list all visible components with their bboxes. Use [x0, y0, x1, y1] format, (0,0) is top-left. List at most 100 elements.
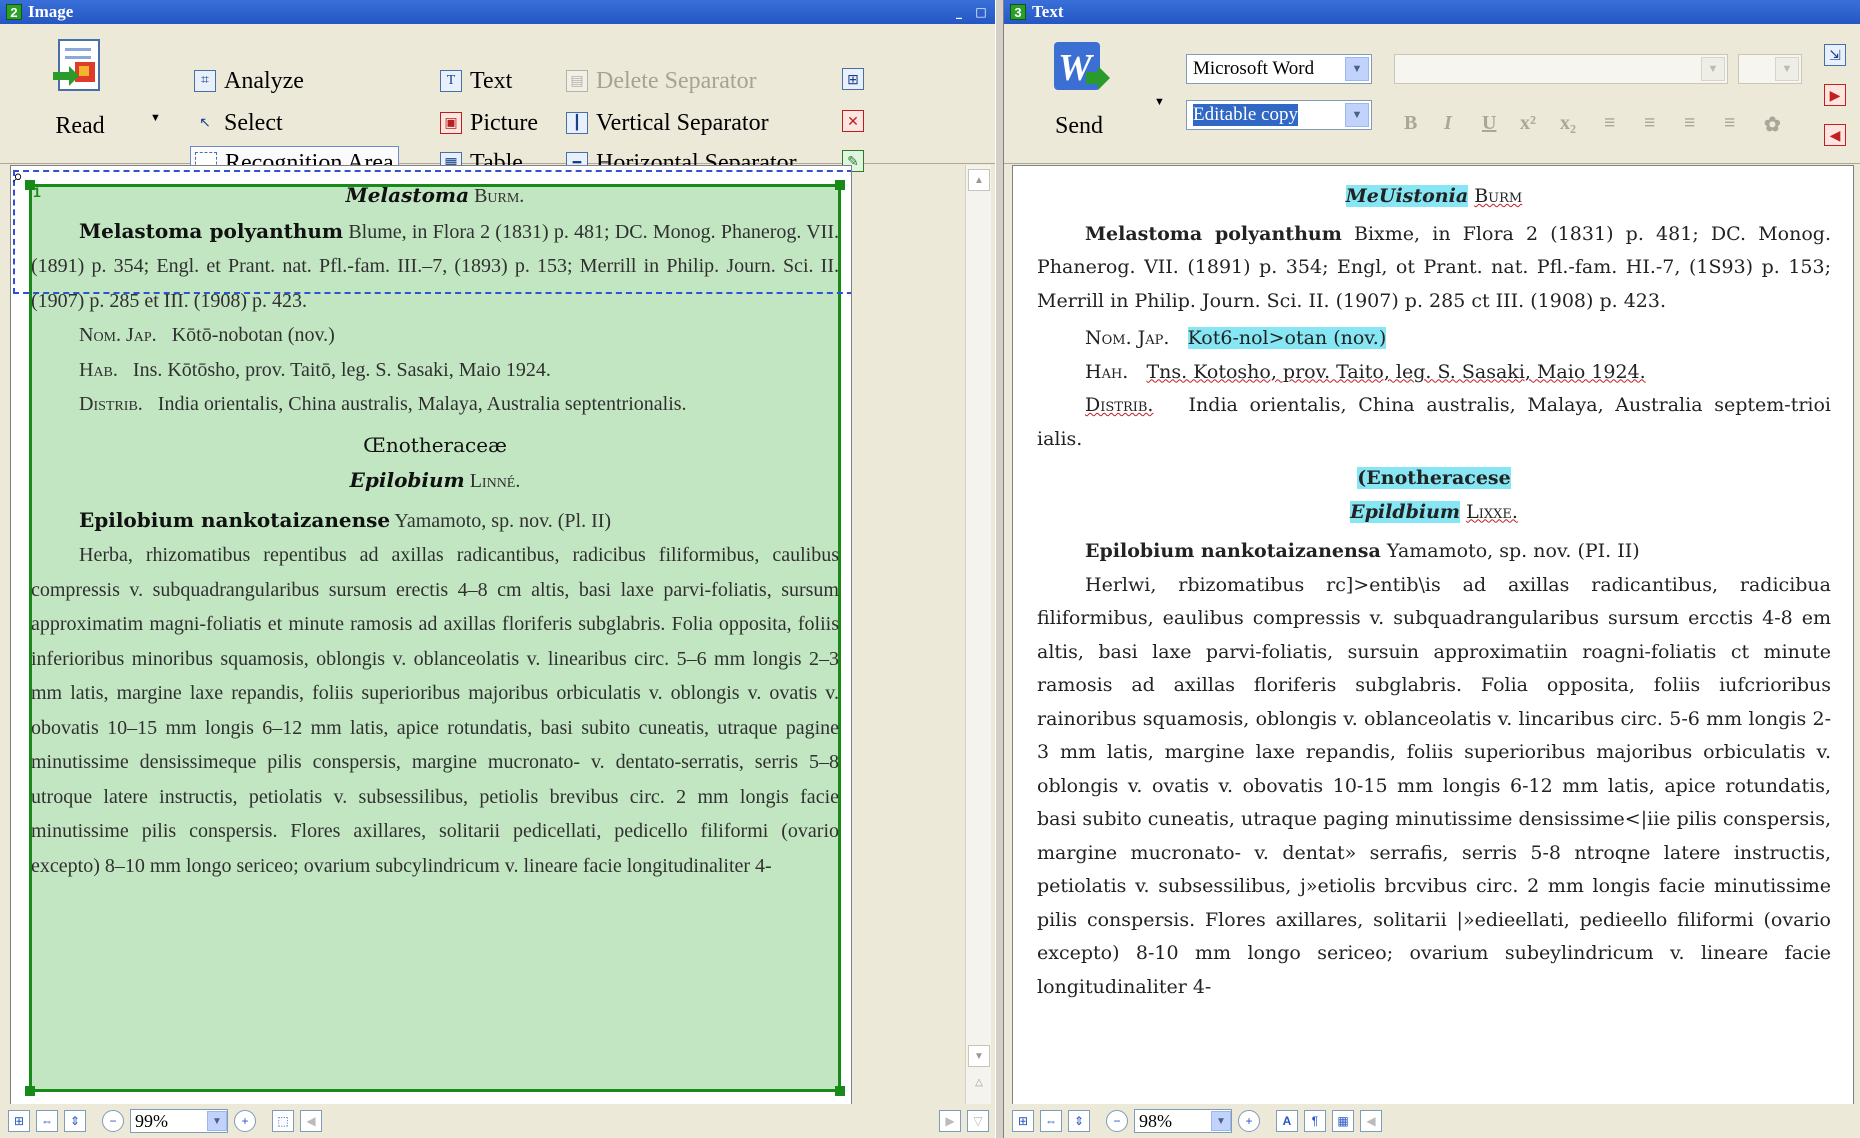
vertical-separator-button[interactable]: ┃ Vertical Separator	[562, 106, 773, 140]
copy-mode-value: Editable copy	[1193, 104, 1298, 126]
zoom-value: 99%	[135, 1110, 168, 1131]
analyze-label: Analyze	[224, 67, 304, 94]
align-left-icon[interactable]: ≡	[1604, 112, 1615, 135]
distrib-value: India orientalis, China australis, Malay…	[157, 393, 687, 415]
copy-mode-select[interactable]: Editable copy ▼	[1186, 100, 1372, 130]
maximize-button[interactable]: □	[973, 4, 989, 20]
genus-heading: Epildbium	[1350, 500, 1461, 523]
fit-height-icon[interactable]: ⇕	[64, 1110, 86, 1132]
genus-author: Linné.	[469, 470, 521, 492]
bold-button[interactable]: B	[1404, 112, 1417, 135]
zoom-select[interactable]: 99% ▼	[130, 1109, 228, 1133]
fit-height-icon[interactable]: ⇕	[1068, 1110, 1090, 1132]
page-up-icon[interactable]: △	[968, 1071, 990, 1093]
image-view[interactable]: 1 ⌕ Melastoma Burm. Melastoma polyanthum…	[10, 165, 852, 1105]
table-icon[interactable]: ▦	[1332, 1110, 1354, 1132]
font-size-select[interactable]: ▼	[1738, 54, 1802, 84]
format-select[interactable]: Microsoft Word ▼	[1186, 54, 1372, 84]
delete-separator-icon: ▤	[566, 70, 588, 92]
magnifier-icon: ⌕	[13, 166, 24, 186]
spellcheck-icon[interactable]: ✿	[1764, 112, 1781, 137]
distrib-value: India orientalis, China australis, Malay…	[1037, 394, 1831, 450]
chevron-down-icon: ▼	[1345, 103, 1369, 127]
picture-area-label: Picture	[470, 109, 538, 136]
align-right-icon[interactable]: ≡	[1684, 112, 1695, 135]
superscript-button[interactable]: x²	[1520, 112, 1536, 135]
word-icon: W	[1054, 42, 1110, 90]
text-statusbar: ⊞ ⇔ ⇕ − 98% ▼ + A ¶ ▦ ◀	[1004, 1104, 1860, 1138]
zoom-select[interactable]: 98% ▼	[1134, 1109, 1232, 1133]
underline-button[interactable]: U	[1482, 112, 1496, 135]
select-label: Select	[224, 109, 283, 136]
font-icon[interactable]: A	[1276, 1110, 1298, 1132]
page-down-icon[interactable]: ▽	[967, 1110, 989, 1132]
text-area-label: Text	[470, 67, 513, 94]
fit-width-icon[interactable]: ⇔	[1040, 1110, 1062, 1132]
scroll-left-arrow[interactable]: ◀	[300, 1110, 322, 1132]
subscript-button[interactable]: x₂	[1560, 112, 1576, 135]
next-error-icon[interactable]: ▶	[1824, 84, 1846, 106]
text-area-button[interactable]: T Text	[436, 64, 516, 98]
text-pane: 3 Text W Send ▼ Microsoft Word ▼ Editabl…	[1004, 0, 1860, 1138]
distrib-label: Distrib.	[1085, 394, 1154, 416]
fit-width-icon[interactable]: ⇔	[36, 1110, 58, 1132]
area-handle[interactable]	[25, 1086, 35, 1096]
nom-value: Kot6-nol>otan (nov.)	[1187, 327, 1387, 349]
send-button[interactable]: W Send	[1034, 32, 1124, 140]
species-author: Yamamoto, sp. nov. (Pl. II)	[394, 509, 612, 532]
chevron-down-icon: ▼	[1775, 57, 1799, 81]
format-value: Microsoft Word	[1193, 58, 1315, 79]
font-name-select[interactable]: ▼	[1394, 54, 1728, 84]
zoom-out-icon[interactable]: −	[1106, 1110, 1128, 1132]
previous-error-icon[interactable]: ◀	[1824, 124, 1846, 146]
analyze-button[interactable]: ⌗ Analyze	[190, 64, 308, 98]
pilcrow-icon[interactable]: ¶	[1304, 1110, 1326, 1132]
area-order-icon[interactable]: ⊞	[842, 68, 864, 90]
chevron-down-icon: ▼	[1701, 57, 1725, 81]
fit-page-icon[interactable]: ⊞	[8, 1110, 30, 1132]
scroll-up-arrow[interactable]: ▲	[968, 169, 990, 191]
genus-heading: Epilobium	[349, 468, 465, 492]
scroll-down-arrow[interactable]: ▼	[968, 1045, 990, 1067]
image-vertical-scrollbar[interactable]: ▲ ▼ △	[965, 165, 991, 1105]
area-handle[interactable]	[835, 1086, 845, 1096]
picture-icon: ▣	[440, 112, 462, 134]
scroll-right-arrow[interactable]: ▶	[939, 1110, 961, 1132]
nom-label: Nom. Jap.	[1085, 327, 1170, 349]
image-pane-titlebar: 2 Image _ □	[0, 0, 995, 24]
minimize-button[interactable]: _	[951, 4, 967, 20]
distrib-label: Distrib.	[79, 393, 143, 415]
read-button[interactable]: Read	[30, 32, 130, 140]
species-name: Melastoma polyanthum	[1085, 222, 1342, 245]
area-tool-icon[interactable]: ⬚	[272, 1110, 294, 1132]
hab-value: Ins. Kōtōsho, prov. Taitō, leg. S. Sasak…	[132, 358, 551, 381]
italic-button[interactable]: I	[1444, 112, 1452, 135]
align-center-icon[interactable]: ≡	[1644, 112, 1655, 135]
zoom-in-icon[interactable]: +	[234, 1110, 256, 1132]
recognized-text[interactable]: MeUistonia Burm Melastoma polyanthum Bix…	[1037, 180, 1831, 1004]
image-statusbar: ⊞ ⇔ ⇕ − 99% ▼ + ⬚ ◀ ▶ ▽	[0, 1104, 995, 1138]
vertical-separator-icon: ┃	[566, 112, 588, 134]
read-dropdown-arrow[interactable]: ▼	[150, 112, 161, 124]
zoom-out-icon[interactable]: −	[102, 1110, 124, 1132]
send-dropdown-arrow[interactable]: ▼	[1154, 96, 1165, 108]
pane-number-badge: 3	[1010, 4, 1026, 20]
picture-area-button[interactable]: ▣ Picture	[436, 106, 542, 140]
delete-area-icon[interactable]: ✕	[842, 110, 864, 132]
justify-icon[interactable]: ≡	[1724, 112, 1735, 135]
zoom-in-icon[interactable]: +	[1238, 1110, 1260, 1132]
select-button[interactable]: ↖ Select	[190, 106, 287, 140]
text-editor[interactable]: MeUistonia Burm Melastoma polyanthum Bix…	[1012, 165, 1854, 1105]
scroll-left-arrow[interactable]: ◀	[1360, 1110, 1382, 1132]
genus-heading: MeUistonia	[1345, 185, 1469, 207]
open-document-icon[interactable]: ⇲	[1824, 44, 1846, 66]
species-name: Melastoma polyanthum	[79, 218, 344, 243]
family-heading: Œnotheraceæ	[363, 432, 507, 457]
hab-label: Hah.	[1085, 360, 1129, 383]
read-label: Read	[55, 113, 105, 139]
genus-author: Burm	[1474, 185, 1523, 207]
fit-page-icon[interactable]: ⊞	[1012, 1110, 1034, 1132]
pane-splitter[interactable]	[995, 0, 1004, 1138]
delete-separator-button[interactable]: ▤ Delete Separator	[562, 64, 761, 98]
text-pane-titlebar: 3 Text	[1004, 0, 1860, 24]
